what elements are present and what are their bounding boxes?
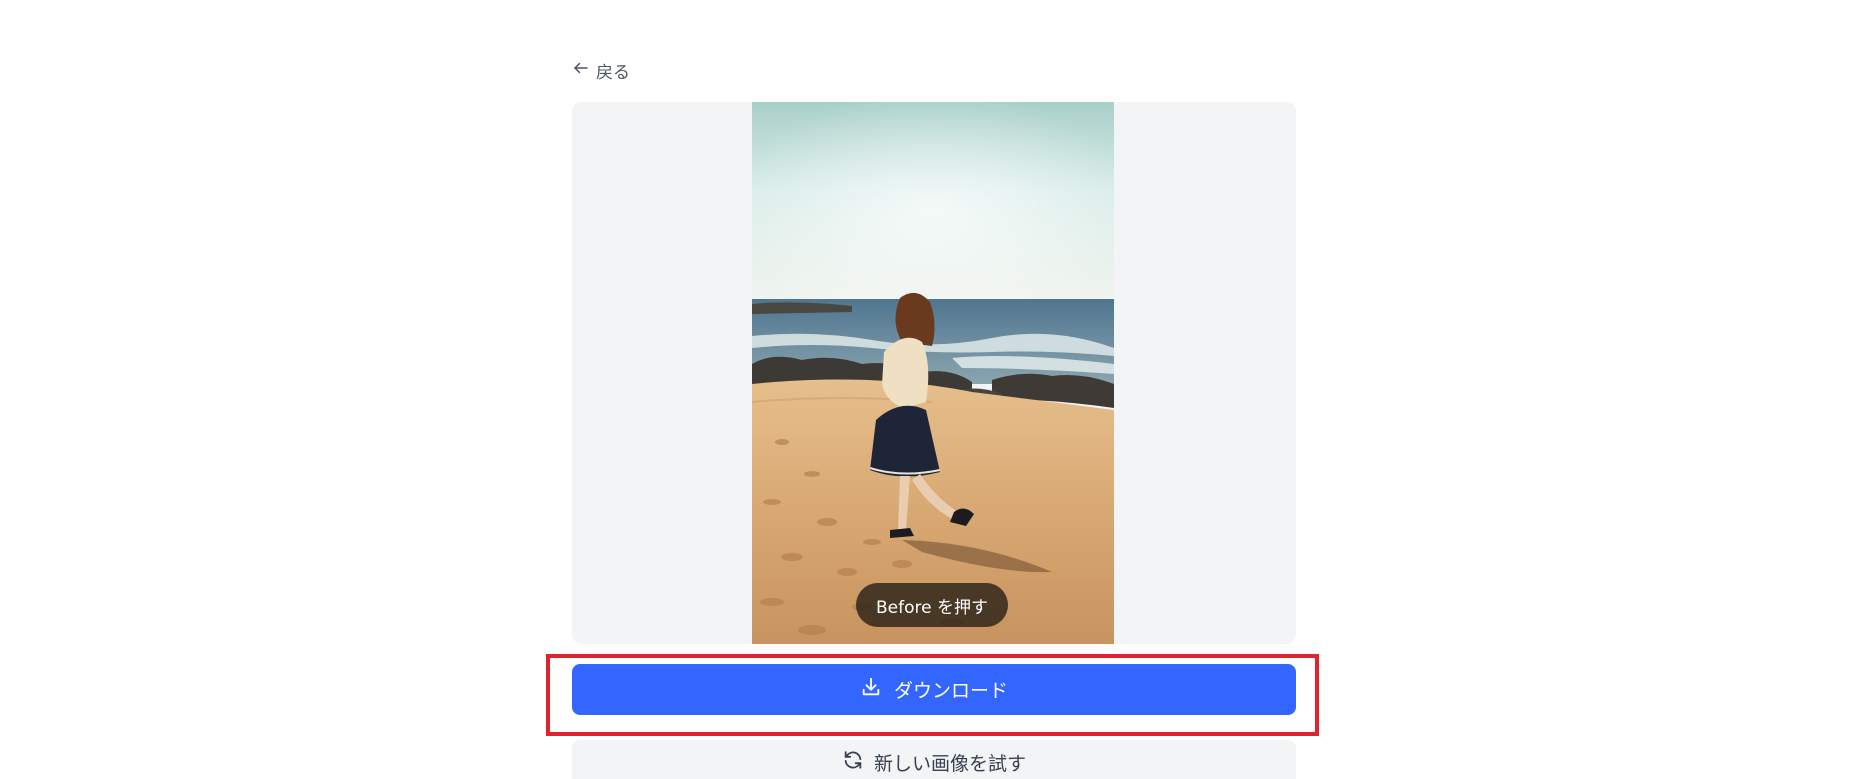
back-link[interactable]: 戻る: [572, 58, 630, 83]
arrow-left-icon: [572, 59, 590, 82]
refresh-icon: [842, 749, 864, 776]
back-link-label: 戻る: [596, 63, 630, 83]
download-button[interactable]: ダウンロード: [572, 664, 1296, 715]
try-new-image-button[interactable]: 新しい画像を試す: [572, 740, 1296, 779]
result-image: [752, 102, 1114, 644]
download-icon: [860, 676, 882, 703]
before-compare-label: Before を押す: [876, 597, 988, 618]
page: 戻る Before を押す ダウンロード 新しい画像を試す: [0, 0, 1871, 779]
preview-panel: Before を押す: [572, 102, 1296, 644]
download-button-label: ダウンロード: [893, 680, 1008, 702]
before-compare-button[interactable]: Before を押す: [856, 583, 1008, 627]
try-new-image-label: 新しい画像を試す: [873, 752, 1026, 775]
